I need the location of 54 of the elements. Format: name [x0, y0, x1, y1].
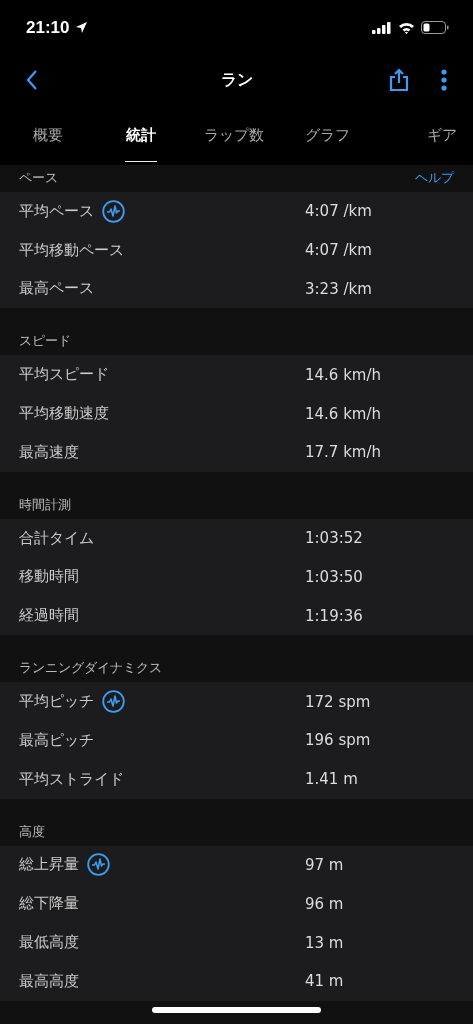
stat-value: 14.6 km/h [305, 404, 382, 423]
stat-value: 3:23 /km [305, 280, 372, 298]
stat-label: 平均ピッチ [19, 692, 94, 712]
section-title: スピード [19, 332, 72, 351]
waveform-icon[interactable] [102, 690, 125, 714]
stat-value: 13 m [305, 933, 344, 952]
stat-value: 196 spm [305, 731, 371, 750]
stat-value: 97 m [305, 855, 344, 874]
stat-value: 172 spm [305, 692, 371, 711]
battery-icon [421, 21, 449, 34]
stat-value: 1:19:36 [305, 606, 363, 625]
status-time: 21:10 [26, 17, 70, 38]
stat-label: 平均スピード [19, 365, 109, 385]
stat-label: 合計タイム [19, 528, 94, 548]
stat-label: 総下降量 [19, 894, 79, 914]
stat-value: 1:03:50 [305, 567, 363, 586]
stat-label: 平均移動ペース [19, 240, 124, 260]
section-title: 高度 [19, 822, 46, 841]
stat-label: 最高高度 [19, 971, 79, 991]
stat-label: 最高ペース [19, 279, 94, 299]
location-arrow-icon [75, 21, 89, 34]
stat-value: 1.41 m [305, 770, 358, 789]
stat-value: 1:03:52 [305, 529, 363, 548]
section-title: ペース [19, 169, 59, 187]
stat-label: 総上昇量 [19, 855, 79, 875]
tab[interactable]: 概要 [2, 105, 95, 165]
tab[interactable]: グラフ [280, 105, 374, 165]
tab[interactable]: ギア [373, 105, 471, 165]
stat-value: 41 m [305, 972, 344, 991]
waveform-icon[interactable] [87, 853, 110, 877]
screen-title: ラン [220, 69, 253, 91]
back-button[interactable] [26, 69, 38, 91]
stat-label: 最高ピッチ [19, 730, 94, 750]
stat-label: 最高速度 [19, 442, 79, 462]
help-link[interactable]: ヘルプ [415, 169, 454, 187]
stat-value: 4:07 /km [305, 202, 372, 221]
stat-value: 17.7 km/h [305, 443, 382, 462]
stat-value: 4:07 /km [305, 241, 372, 260]
section-title: ランニングダイナミクス [19, 659, 163, 678]
tab[interactable]: ラップ数 [187, 105, 281, 165]
signal-icon [372, 21, 392, 34]
section-title: 時間計測 [19, 495, 72, 514]
more-button[interactable] [441, 69, 447, 91]
waveform-icon[interactable] [102, 199, 125, 223]
stat-label: 最低高度 [19, 933, 79, 953]
stat-label: 平均移動速度 [19, 404, 109, 424]
stat-label: 移動時間 [19, 567, 79, 587]
share-button[interactable] [389, 68, 409, 92]
stat-label: 経過時間 [19, 606, 79, 626]
stat-value: 14.6 km/h [305, 365, 382, 384]
stat-value: 96 m [305, 894, 344, 913]
stat-label: 平均ペース [19, 201, 94, 221]
stat-label: 平均ストライド [19, 769, 124, 789]
wifi-icon [398, 21, 415, 34]
